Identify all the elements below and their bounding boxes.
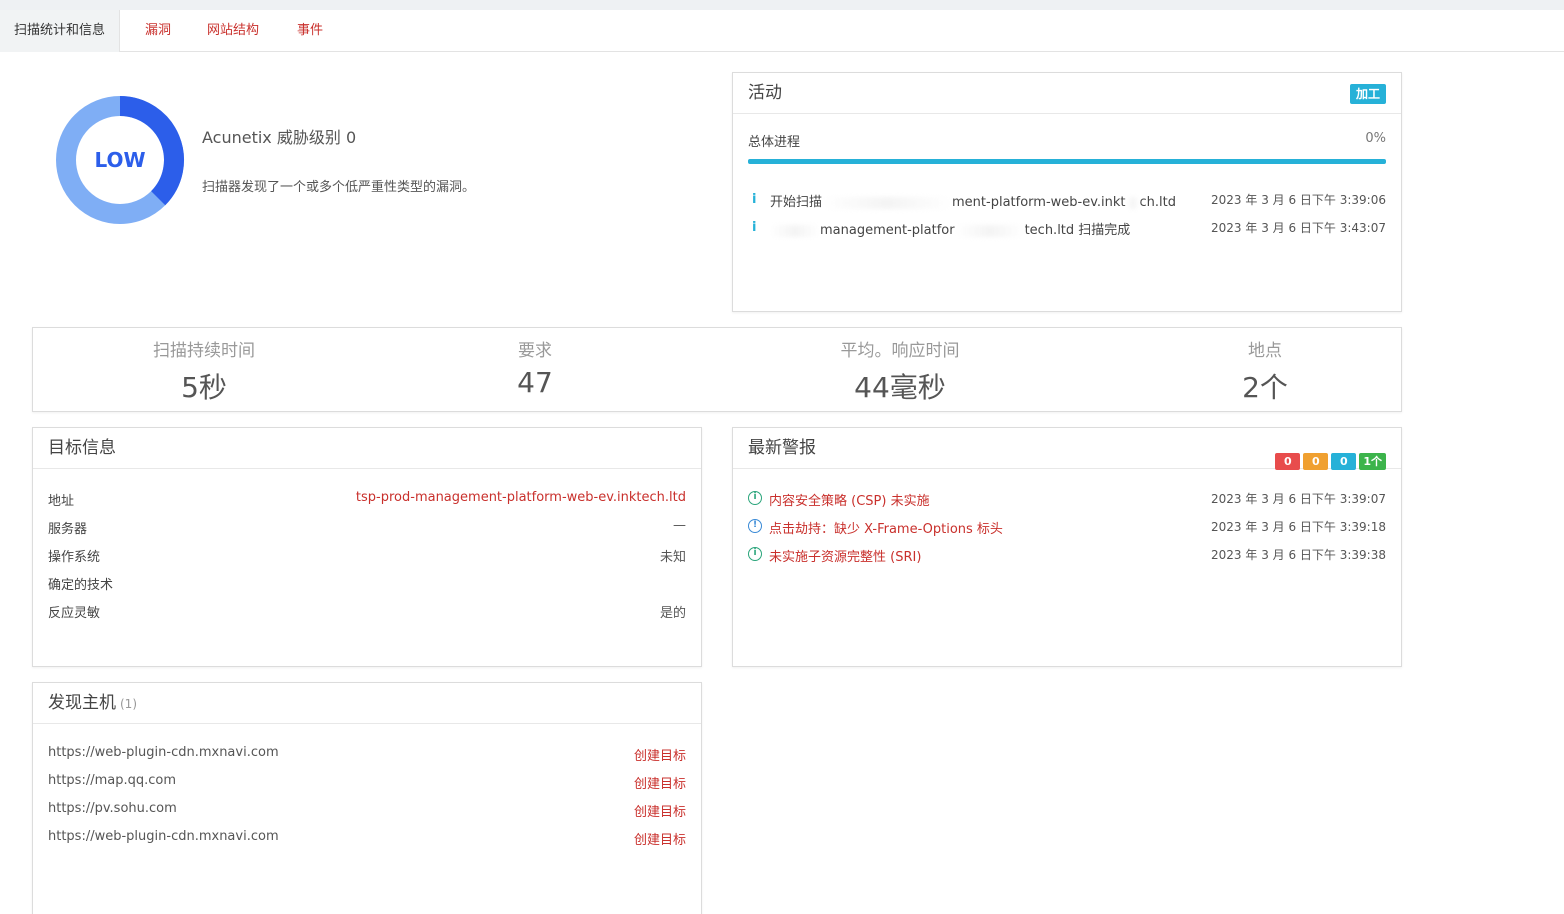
target-info-key: 反应灵敏 <box>48 606 101 621</box>
host-row: https://map.qq.com 创建目标 <box>48 773 686 793</box>
tab-site-structure[interactable]: 网站结构 <box>193 10 273 52</box>
stat-label: 扫描持续时间 <box>153 341 255 361</box>
discovered-hosts-title: 发现主机 <box>48 693 116 713</box>
activity-time: 2023 年 3 月 6 日下午 3:43:07 <box>1211 221 1386 235</box>
progress-percent: 0% <box>1365 131 1386 146</box>
target-info-panel: 目标信息 地址 tsp-prod-management-platform-web… <box>32 427 702 667</box>
tab-vulnerabilities[interactable]: 漏洞 <box>131 10 185 52</box>
discovered-hosts-panel: 发现主机 (1) https://web-plugin-cdn.mxnavi.co… <box>32 682 702 914</box>
host-row: https://pv.sohu.com 创建目标 <box>48 801 686 821</box>
alert-name[interactable]: 点击劫持：缺少 X-Frame-Options 标头 <box>769 518 1003 537</box>
host-url: https://pv.sohu.com <box>48 801 177 816</box>
severity-badges: 0 0 0 1个 <box>1272 440 1386 470</box>
latest-alerts-header: 最新警报 0 0 0 1个 <box>733 428 1401 470</box>
host-row: https://web-plugin-cdn.mxnavi.com 创建目标 <box>48 829 686 849</box>
stat-label: 平均。响应时间 <box>840 341 960 361</box>
tab-scan-stats[interactable]: 扫描统计和信息 <box>0 10 121 52</box>
activity-message: 开始扫描 ment-platform-web-ev.inkt ch.ltd <box>770 195 1176 210</box>
stat-value: 44毫秒 <box>854 371 946 404</box>
threat-level-donut: LOW <box>56 96 184 224</box>
activity-event: i 开始扫描 ment-platform-web-ev.inkt ch.ltd 20… <box>748 191 1386 211</box>
activity-event: i management-platfor tech.ltd 扫描完成 2023 年… <box>748 219 1386 239</box>
severity-low-badge: 0 <box>1331 453 1357 470</box>
discovered-hosts-header: 发现主机 (1) <box>33 683 701 724</box>
target-info-key: 确定的技术 <box>48 578 114 593</box>
stat-label: 地点 <box>1248 341 1282 361</box>
target-info-key: 地址 <box>48 494 75 509</box>
target-info-header: 目标信息 <box>33 428 701 469</box>
severity-medium-badge: 0 <box>1303 453 1329 470</box>
alert-time: 2023 年 3 月 6 日下午 3:39:18 <box>1211 520 1386 534</box>
alert-name[interactable]: 未实施子资源完整性 (SRI) <box>769 546 921 565</box>
stat-value: 2个 <box>1242 371 1288 404</box>
severity-high-badge: 0 <box>1275 453 1301 470</box>
stats-panel: 扫描持续时间 5秒 要求 47 平均。响应时间 44毫秒 地点 2个 <box>32 327 1402 412</box>
stat-label: 要求 <box>518 341 552 361</box>
create-target-link[interactable]: 创建目标 <box>634 829 686 848</box>
threat-title: Acunetix 威胁级别 0 <box>202 128 357 147</box>
target-info-row: 确定的技术 <box>48 574 686 594</box>
target-info-value: 未知 <box>659 550 686 565</box>
create-target-link[interactable]: 创建目标 <box>634 773 686 792</box>
host-url: https://web-plugin-cdn.mxnavi.com <box>48 829 279 844</box>
alert-time: 2023 年 3 月 6 日下午 3:39:07 <box>1211 492 1386 506</box>
alert-item[interactable]: i 未实施子资源完整性 (SRI) 2023 年 3 月 6 日下午 3:39:… <box>748 546 1386 566</box>
target-address-link[interactable]: tsp-prod-management-platform-web-ev.inkt… <box>356 490 686 505</box>
activity-title: 活动 <box>748 83 782 103</box>
alert-item[interactable]: i 内容安全策略 (CSP) 未实施 2023 年 3 月 6 日下午 3:39… <box>748 490 1386 510</box>
activity-panel: 活动 加工 总体进程 0% i 开始扫描 ment-platform-web-ev… <box>732 72 1402 312</box>
info-icon: i <box>752 192 757 207</box>
latest-alerts-title: 最新警报 <box>748 438 816 458</box>
target-info-row: 操作系统 未知 <box>48 546 686 566</box>
activity-message: management-platfor tech.ltd 扫描完成 <box>770 219 1130 238</box>
alert-info-icon: i <box>748 547 762 561</box>
stat-value: 47 <box>517 366 553 399</box>
threat-description: 扫描器发现了一个或多个低严重性类型的漏洞。 <box>202 180 476 195</box>
host-url: https://web-plugin-cdn.mxnavi.com <box>48 745 279 760</box>
target-info-row: 地址 tsp-prod-management-platform-web-ev.i… <box>48 490 686 510</box>
progress-bar <box>748 159 1386 164</box>
target-info-row: 服务器 — <box>48 518 686 538</box>
alert-low-icon: ! <box>748 519 762 533</box>
host-url: https://map.qq.com <box>48 773 177 788</box>
alert-item[interactable]: ! 点击劫持：缺少 X-Frame-Options 标头 2023 年 3 月 … <box>748 518 1386 538</box>
top-strip <box>0 0 1564 10</box>
host-row: https://web-plugin-cdn.mxnavi.com 创建目标 <box>48 745 686 765</box>
status-badge: 加工 <box>1349 84 1386 104</box>
create-target-link[interactable]: 创建目标 <box>634 801 686 820</box>
threat-level-label: LOW <box>94 148 145 172</box>
target-info-value: 是的 <box>659 606 686 621</box>
tab-bar: 扫描统计和信息 漏洞 网站结构 事件 <box>0 10 1564 52</box>
latest-alerts-panel: 最新警报 0 0 0 1个 i 内容安全策略 (CSP) 未实施 2023 年 3 月… <box>732 427 1402 667</box>
tab-events[interactable]: 事件 <box>283 10 337 52</box>
progress-fill <box>748 159 1386 164</box>
info-icon: i <box>752 220 757 235</box>
progress-label: 总体进程 <box>748 135 801 150</box>
alert-name[interactable]: 内容安全策略 (CSP) 未实施 <box>769 490 930 509</box>
severity-info-badge: 1个 <box>1359 453 1386 470</box>
alert-time: 2023 年 3 月 6 日下午 3:39:38 <box>1211 548 1386 562</box>
target-info-key: 操作系统 <box>48 550 101 565</box>
activity-header: 活动 加工 <box>733 73 1401 114</box>
alert-info-icon: i <box>748 491 762 505</box>
activity-time: 2023 年 3 月 6 日下午 3:39:06 <box>1211 193 1386 207</box>
stat-value: 5秒 <box>181 371 227 404</box>
target-info-value: — <box>673 518 686 533</box>
hosts-count: (1) <box>120 697 137 711</box>
target-info-row: 反应灵敏 是的 <box>48 602 686 622</box>
create-target-link[interactable]: 创建目标 <box>634 745 686 764</box>
target-info-key: 服务器 <box>48 522 88 537</box>
